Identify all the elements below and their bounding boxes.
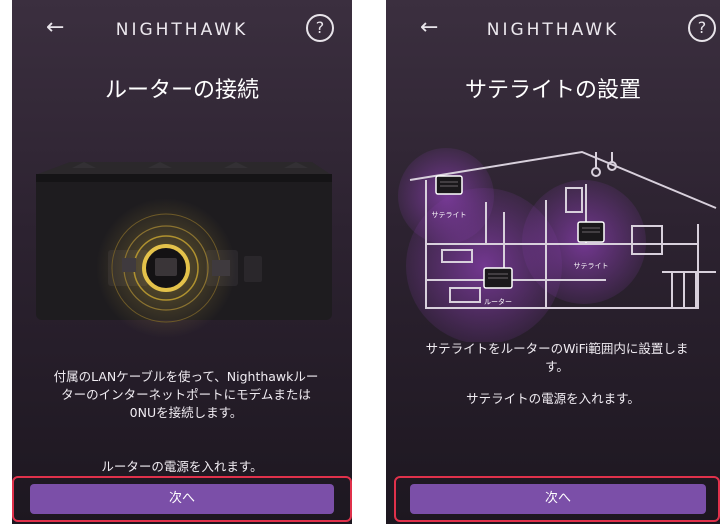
next-button[interactable]: 次へ: [30, 484, 334, 514]
page-title: ルーターの接続: [104, 78, 259, 103]
router-connection-screen: ← NIGHTHAWK ? ルーターの接続 付属のLANケーブルを使って、Nig…: [12, 0, 352, 524]
satellite-device-upstairs: [435, 175, 463, 195]
router-back-illustration: [36, 162, 332, 338]
next-button-highlight: 次へ: [394, 476, 720, 522]
connection-description: 付属のLANケーブルを使って、Nighthawkルーターのインターネットポートに…: [53, 369, 319, 420]
brand-logo: NIGHTHAWK: [115, 20, 249, 40]
router-label: ルーター: [484, 297, 512, 306]
house-placement-illustration: サテライト サテライト ルーター: [398, 148, 717, 342]
power-on-note: ルーターの電源を入れます。: [101, 459, 263, 474]
satellite-upstairs-label: サテライト: [432, 211, 467, 219]
question-circle-icon[interactable]: ?: [306, 14, 334, 42]
power-on-note: サテライトの電源を入れます。: [466, 391, 640, 406]
placement-description: サテライトをルーターのWiFi範囲内に設置します。: [425, 341, 689, 374]
app-header: ← NIGHTHAWK ?: [12, 0, 352, 60]
next-button[interactable]: 次へ: [410, 484, 706, 514]
satellite-device-right: [577, 221, 605, 243]
brand-logo: NIGHTHAWK: [486, 20, 620, 40]
satellite-right-label: サテライト: [574, 262, 609, 270]
page-title: サテライトの設置: [464, 78, 641, 103]
question-circle-icon[interactable]: ?: [688, 14, 716, 42]
app-header: ← NIGHTHAWK ?: [386, 0, 720, 60]
satellite-placement-screen: ← NIGHTHAWK ? サテライトの設置 サテライト サテライト ルーター …: [386, 0, 720, 524]
router-device: [483, 267, 513, 289]
next-button-highlight: 次へ: [12, 476, 352, 522]
